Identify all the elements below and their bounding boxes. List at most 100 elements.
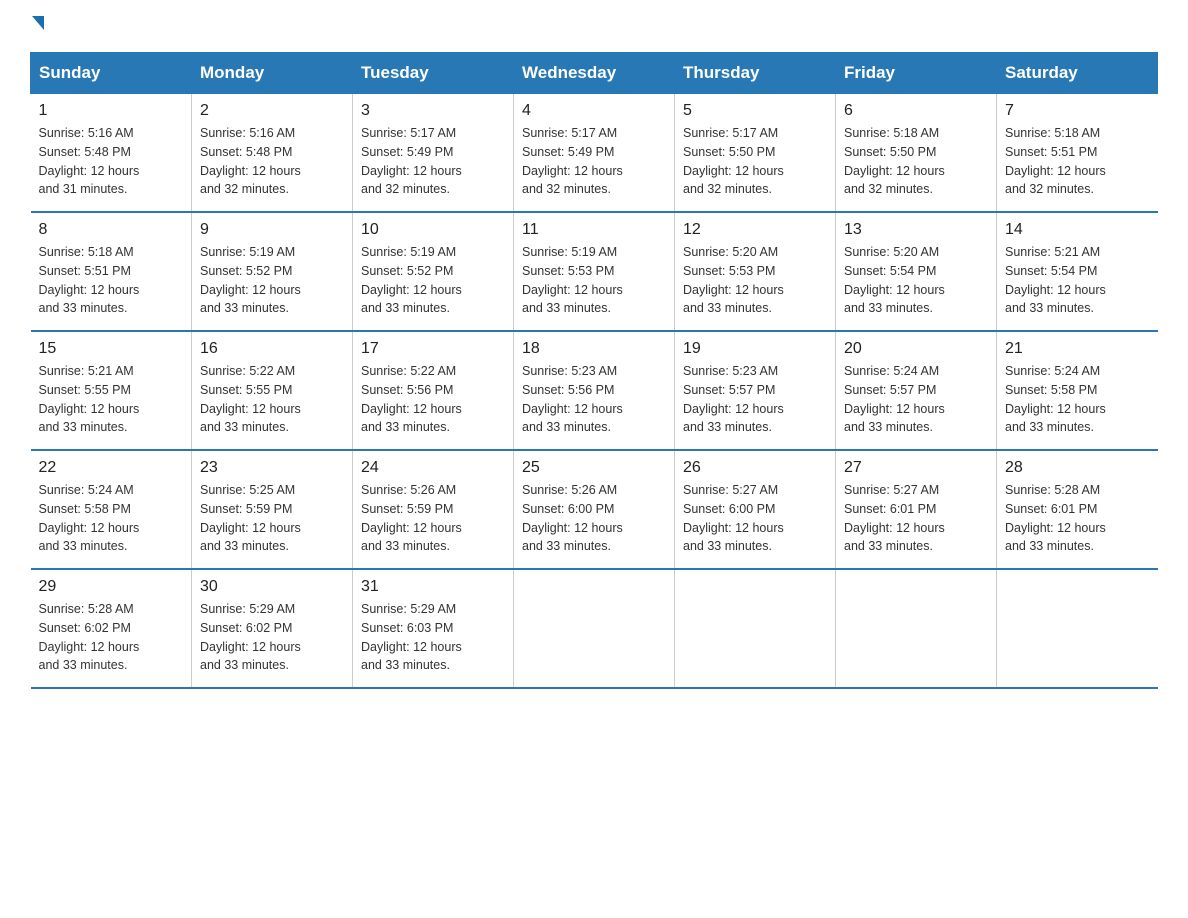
day-info: Sunrise: 5:18 AM Sunset: 5:51 PM Dayligh… [1005, 126, 1106, 196]
day-number: 2 [200, 102, 344, 120]
day-number: 9 [200, 221, 344, 239]
day-number: 27 [844, 459, 988, 477]
day-number: 23 [200, 459, 344, 477]
day-info: Sunrise: 5:17 AM Sunset: 5:49 PM Dayligh… [522, 126, 623, 196]
logo-triangle-icon [32, 16, 44, 30]
header-sunday: Sunday [31, 53, 192, 94]
calendar-cell: 10Sunrise: 5:19 AM Sunset: 5:52 PM Dayli… [353, 212, 514, 331]
calendar-cell: 23 Sunrise: 5:25 AM Sunset: 5:59 PM Dayli… [192, 450, 353, 569]
day-info: Sunrise: 5:19 AM Sunset: 5:53 PM Dayligh… [522, 245, 623, 315]
calendar-cell: 19 Sunrise: 5:23 AM Sunset: 5:57 PM Dayli… [675, 331, 836, 450]
calendar-cell: 15Sunrise: 5:21 AM Sunset: 5:55 PM Dayli… [31, 331, 192, 450]
calendar-cell: 1 Sunrise: 5:16 AM Sunset: 5:48 PM Daylig… [31, 94, 192, 213]
day-number: 28 [1005, 459, 1150, 477]
day-info: Sunrise: 5:23 AM Sunset: 5:56 PM Dayligh… [522, 364, 623, 434]
day-number: 18 [522, 340, 666, 358]
day-number: 29 [39, 578, 184, 596]
day-info: Sunrise: 5:18 AM Sunset: 5:51 PM Dayligh… [39, 245, 140, 315]
day-number: 8 [39, 221, 184, 239]
day-info: Sunrise: 5:20 AM Sunset: 5:53 PM Dayligh… [683, 245, 784, 315]
day-info: Sunrise: 5:20 AM Sunset: 5:54 PM Dayligh… [844, 245, 945, 315]
calendar-cell [514, 569, 675, 688]
calendar-cell: 31 Sunrise: 5:29 AM Sunset: 6:03 PM Dayli… [353, 569, 514, 688]
calendar-cell: 29 Sunrise: 5:28 AM Sunset: 6:02 PM Dayli… [31, 569, 192, 688]
calendar-cell [997, 569, 1158, 688]
day-number: 3 [361, 102, 505, 120]
day-number: 12 [683, 221, 827, 239]
day-info: Sunrise: 5:16 AM Sunset: 5:48 PM Dayligh… [200, 126, 301, 196]
day-number: 15 [39, 340, 184, 358]
day-info: Sunrise: 5:17 AM Sunset: 5:49 PM Dayligh… [361, 126, 462, 196]
day-number: 19 [683, 340, 827, 358]
logo [30, 20, 44, 34]
calendar-cell: 22 Sunrise: 5:24 AM Sunset: 5:58 PM Dayli… [31, 450, 192, 569]
day-info: Sunrise: 5:17 AM Sunset: 5:50 PM Dayligh… [683, 126, 784, 196]
day-number: 26 [683, 459, 827, 477]
calendar-cell: 8 Sunrise: 5:18 AM Sunset: 5:51 PM Daylig… [31, 212, 192, 331]
calendar-week-row: 15Sunrise: 5:21 AM Sunset: 5:55 PM Dayli… [31, 331, 1158, 450]
calendar-cell: 11 Sunrise: 5:19 AM Sunset: 5:53 PM Dayli… [514, 212, 675, 331]
calendar-cell: 20 Sunrise: 5:24 AM Sunset: 5:57 PM Dayli… [836, 331, 997, 450]
calendar-cell: 27 Sunrise: 5:27 AM Sunset: 6:01 PM Dayli… [836, 450, 997, 569]
calendar-header-row: Sunday Monday Tuesday Wednesday Thursday… [31, 53, 1158, 94]
day-info: Sunrise: 5:24 AM Sunset: 5:58 PM Dayligh… [1005, 364, 1106, 434]
calendar-week-row: 22 Sunrise: 5:24 AM Sunset: 5:58 PM Dayli… [31, 450, 1158, 569]
day-info: Sunrise: 5:26 AM Sunset: 5:59 PM Dayligh… [361, 483, 462, 553]
calendar-cell: 2 Sunrise: 5:16 AM Sunset: 5:48 PM Daylig… [192, 94, 353, 213]
calendar-cell: 6 Sunrise: 5:18 AM Sunset: 5:50 PM Daylig… [836, 94, 997, 213]
calendar-cell: 24 Sunrise: 5:26 AM Sunset: 5:59 PM Dayli… [353, 450, 514, 569]
day-info: Sunrise: 5:18 AM Sunset: 5:50 PM Dayligh… [844, 126, 945, 196]
calendar-cell [836, 569, 997, 688]
calendar-week-row: 29 Sunrise: 5:28 AM Sunset: 6:02 PM Dayli… [31, 569, 1158, 688]
day-info: Sunrise: 5:28 AM Sunset: 6:01 PM Dayligh… [1005, 483, 1106, 553]
calendar-cell: 25Sunrise: 5:26 AM Sunset: 6:00 PM Dayli… [514, 450, 675, 569]
calendar-cell: 30Sunrise: 5:29 AM Sunset: 6:02 PM Dayli… [192, 569, 353, 688]
day-info: Sunrise: 5:16 AM Sunset: 5:48 PM Dayligh… [39, 126, 140, 196]
day-number: 11 [522, 221, 666, 239]
calendar-cell [675, 569, 836, 688]
day-number: 6 [844, 102, 988, 120]
calendar-week-row: 1 Sunrise: 5:16 AM Sunset: 5:48 PM Daylig… [31, 94, 1158, 213]
day-info: Sunrise: 5:29 AM Sunset: 6:03 PM Dayligh… [361, 602, 462, 672]
day-number: 16 [200, 340, 344, 358]
calendar-cell: 12 Sunrise: 5:20 AM Sunset: 5:53 PM Dayli… [675, 212, 836, 331]
day-info: Sunrise: 5:24 AM Sunset: 5:57 PM Dayligh… [844, 364, 945, 434]
day-number: 20 [844, 340, 988, 358]
day-info: Sunrise: 5:28 AM Sunset: 6:02 PM Dayligh… [39, 602, 140, 672]
page-header [30, 20, 1158, 34]
header-wednesday: Wednesday [514, 53, 675, 94]
day-info: Sunrise: 5:23 AM Sunset: 5:57 PM Dayligh… [683, 364, 784, 434]
calendar-cell: 16Sunrise: 5:22 AM Sunset: 5:55 PM Dayli… [192, 331, 353, 450]
day-info: Sunrise: 5:27 AM Sunset: 6:01 PM Dayligh… [844, 483, 945, 553]
day-info: Sunrise: 5:25 AM Sunset: 5:59 PM Dayligh… [200, 483, 301, 553]
day-info: Sunrise: 5:27 AM Sunset: 6:00 PM Dayligh… [683, 483, 784, 553]
calendar-cell: 18 Sunrise: 5:23 AM Sunset: 5:56 PM Dayli… [514, 331, 675, 450]
day-number: 10 [361, 221, 505, 239]
calendar-week-row: 8 Sunrise: 5:18 AM Sunset: 5:51 PM Daylig… [31, 212, 1158, 331]
day-info: Sunrise: 5:29 AM Sunset: 6:02 PM Dayligh… [200, 602, 301, 672]
day-number: 14 [1005, 221, 1150, 239]
calendar-cell: 21Sunrise: 5:24 AM Sunset: 5:58 PM Dayli… [997, 331, 1158, 450]
calendar-cell: 17Sunrise: 5:22 AM Sunset: 5:56 PM Dayli… [353, 331, 514, 450]
header-monday: Monday [192, 53, 353, 94]
calendar-cell: 28 Sunrise: 5:28 AM Sunset: 6:01 PM Dayli… [997, 450, 1158, 569]
day-number: 1 [39, 102, 184, 120]
day-info: Sunrise: 5:21 AM Sunset: 5:54 PM Dayligh… [1005, 245, 1106, 315]
calendar-cell: 5 Sunrise: 5:17 AM Sunset: 5:50 PM Daylig… [675, 94, 836, 213]
day-number: 4 [522, 102, 666, 120]
calendar-cell: 14 Sunrise: 5:21 AM Sunset: 5:54 PM Dayli… [997, 212, 1158, 331]
header-tuesday: Tuesday [353, 53, 514, 94]
day-number: 24 [361, 459, 505, 477]
day-number: 22 [39, 459, 184, 477]
day-info: Sunrise: 5:22 AM Sunset: 5:56 PM Dayligh… [361, 364, 462, 434]
day-info: Sunrise: 5:26 AM Sunset: 6:00 PM Dayligh… [522, 483, 623, 553]
day-number: 5 [683, 102, 827, 120]
calendar-cell: 26 Sunrise: 5:27 AM Sunset: 6:00 PM Dayli… [675, 450, 836, 569]
day-number: 31 [361, 578, 505, 596]
day-info: Sunrise: 5:19 AM Sunset: 5:52 PM Dayligh… [200, 245, 301, 315]
calendar-cell: 9 Sunrise: 5:19 AM Sunset: 5:52 PM Daylig… [192, 212, 353, 331]
calendar-cell: 13Sunrise: 5:20 AM Sunset: 5:54 PM Dayli… [836, 212, 997, 331]
day-info: Sunrise: 5:24 AM Sunset: 5:58 PM Dayligh… [39, 483, 140, 553]
header-friday: Friday [836, 53, 997, 94]
day-number: 7 [1005, 102, 1150, 120]
